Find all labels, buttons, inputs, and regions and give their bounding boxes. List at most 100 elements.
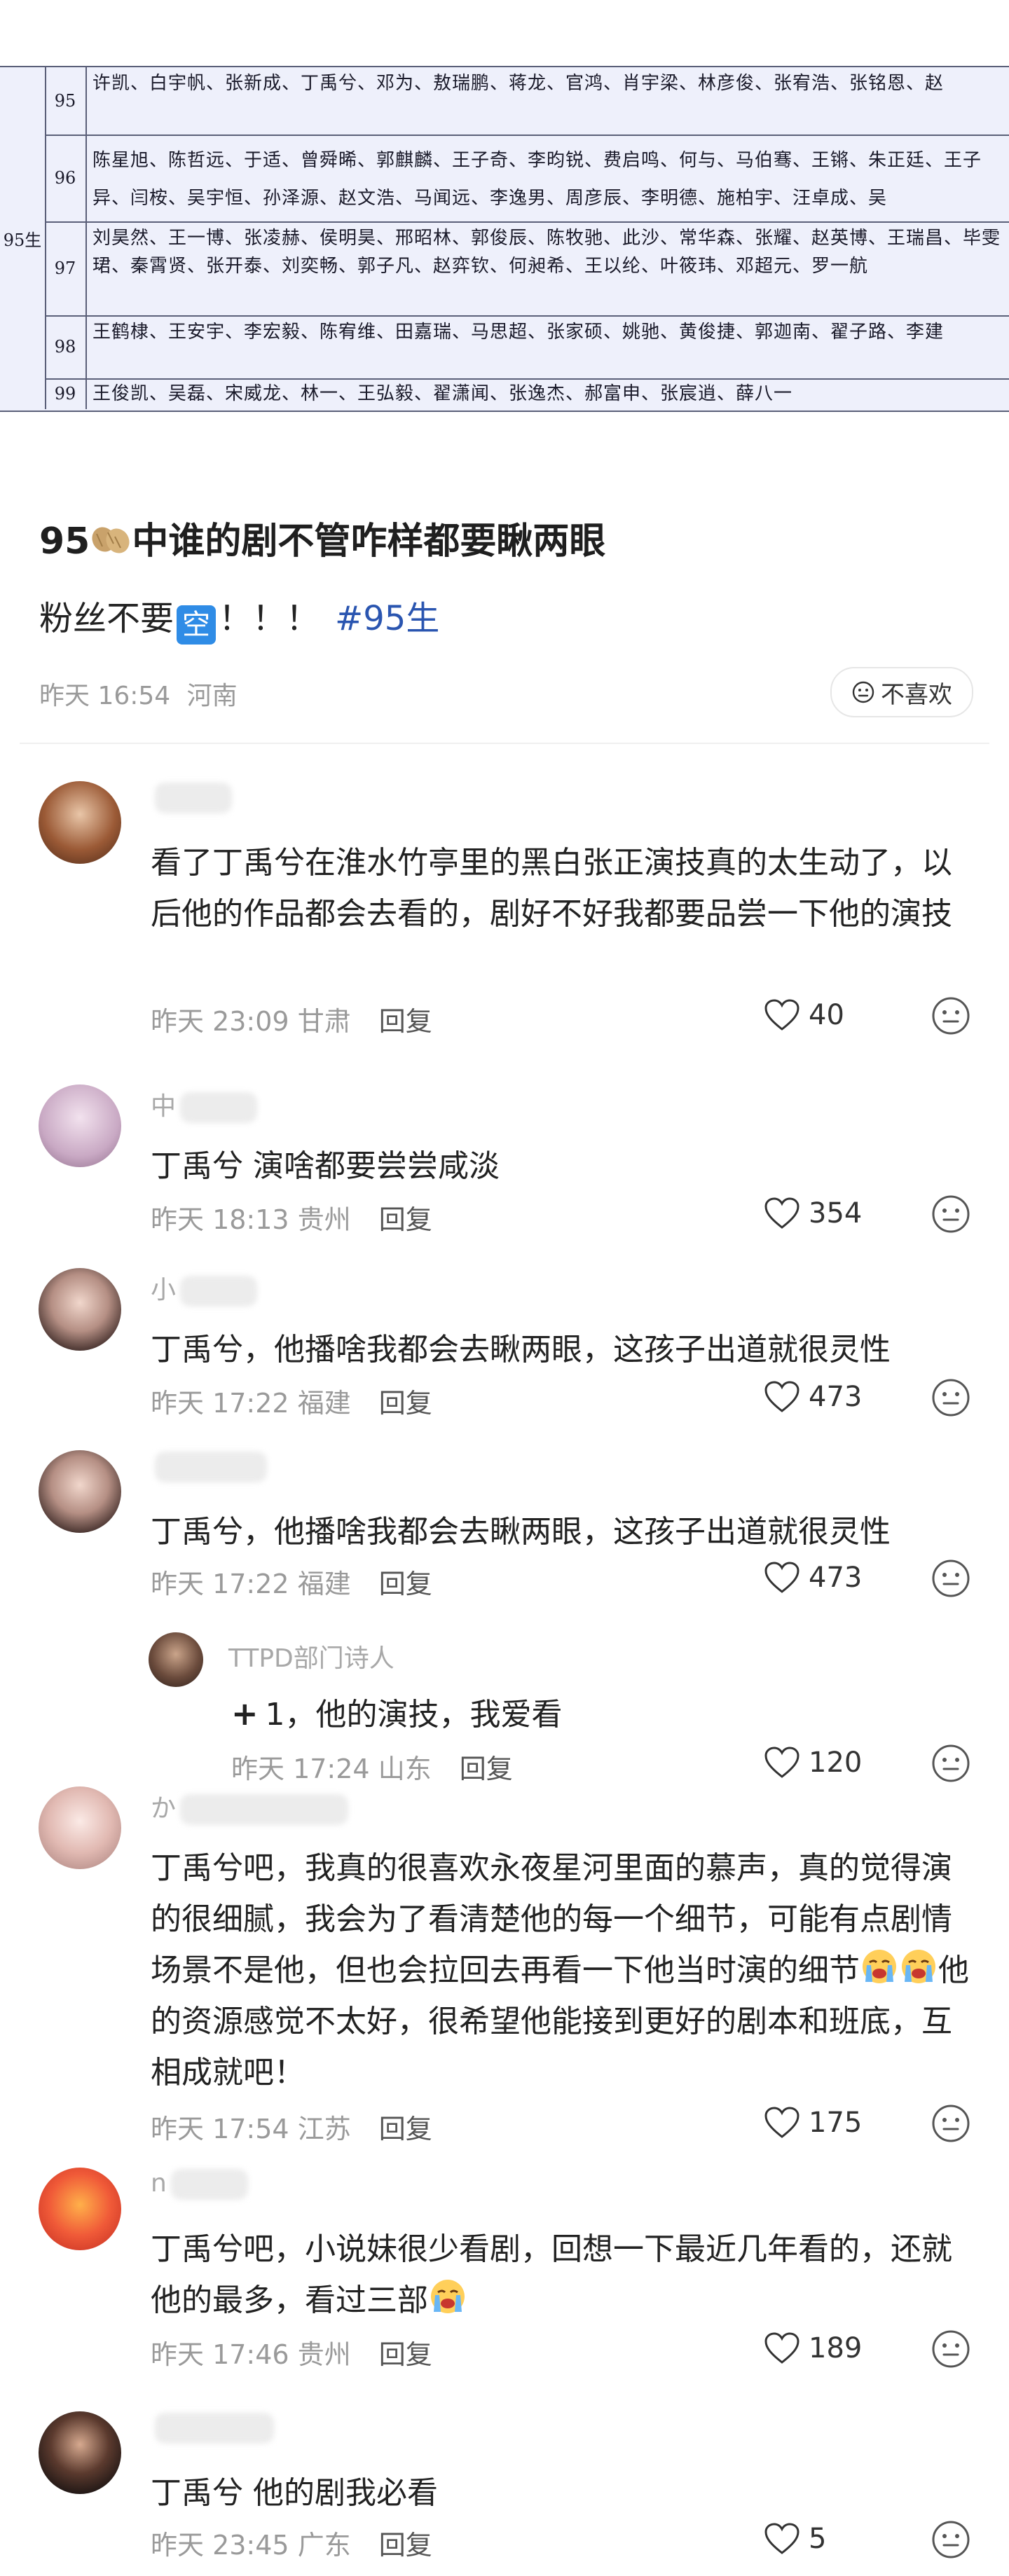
like-button[interactable]: 473: [764, 1380, 862, 1414]
post-title-prefix: 95: [39, 521, 90, 563]
meh-face-icon[interactable]: [931, 1558, 971, 1599]
comment-meta: 昨天 17:22 福建 回复: [151, 1569, 432, 1599]
comment-username[interactable]: 小: [151, 1269, 258, 1307]
meh-face-icon: [852, 681, 874, 703]
roster-row-num: 95: [45, 67, 87, 135]
roster-row-names: 王俊凯、吴磊、宋威龙、林一、王弘毅、翟潇闻、张逸杰、郝富申、张宸逍、薛八一: [92, 383, 793, 404]
roster-row: 95 许凯、白宇帆、张新成、丁禹兮、邓为、敖瑞鹏、蒋龙、官鸿、肖宇梁、林彦俊、张…: [45, 67, 1009, 136]
meh-face-icon[interactable]: [931, 2329, 971, 2369]
avatar[interactable]: [39, 1084, 121, 1167]
roster-row-num: 97: [45, 221, 87, 315]
avatar[interactable]: [39, 1268, 121, 1351]
comment-username[interactable]: 中: [151, 1086, 258, 1123]
crying-emoji-icon: [902, 1950, 935, 1983]
crying-emoji-icon: [431, 2280, 465, 2313]
meh-face-icon[interactable]: [931, 996, 971, 1036]
roster-row: 97 刘昊然、王一博、张凌赫、侯明昊、邢昭林、郭俊辰、陈牧驰、此沙、常华森、张耀…: [45, 221, 1009, 317]
heart-icon: [764, 1381, 799, 1412]
roster-row-names: 许凯、白宇帆、张新成、丁禹兮、邓为、敖瑞鹏、蒋龙、官鸿、肖宇梁、林彦俊、张宥浩、…: [92, 73, 945, 94]
heart-icon: [764, 2332, 799, 2364]
post-location: 河南: [186, 682, 238, 710]
heart-icon: [764, 2523, 799, 2554]
post-meta: 昨天 16:54 河南: [39, 675, 238, 712]
reply-button[interactable]: 回复: [379, 2530, 432, 2561]
post-image[interactable]: 95生 95 许凯、白宇帆、张新成、丁禹兮、邓为、敖瑞鹏、蒋龙、官鸿、肖宇梁、林…: [0, 0, 1009, 412]
reply-button[interactable]: 回复: [379, 2339, 432, 2370]
comment-username[interactable]: [151, 1452, 267, 1482]
meh-face-icon[interactable]: [931, 2103, 971, 2144]
like-button[interactable]: 189: [764, 2332, 862, 2365]
avatar[interactable]: [39, 781, 121, 864]
like-button[interactable]: 473: [764, 1561, 862, 1594]
like-button[interactable]: 40: [764, 998, 844, 1032]
roster-row-names: 王鹤棣、王安宇、李宏毅、陈宥维、田嘉瑞、马思超、张家硕、姚驰、黄俊捷、郭迦南、翟…: [92, 322, 945, 343]
roster-row-names: 陈星旭、陈哲远、于适、曾舜晞、郭麒麟、王子奇、李昀锐、费启鸣、何与、马伯骞、王锵…: [92, 150, 982, 209]
post-title: 95 中谁的剧不管咋样都要瞅两眼: [39, 517, 950, 566]
avatar[interactable]: [39, 2411, 121, 2494]
roster-row-num: 98: [45, 315, 87, 378]
reply-button[interactable]: 回复: [379, 1569, 432, 1599]
heart-icon: [764, 999, 799, 1031]
peanut-emoji-icon: [92, 527, 130, 553]
comment-text: 看了丁禹兮在淮水竹亭里的黑白张正演技真的太生动了，以后他的作品都会去看的，剧好不…: [151, 845, 952, 932]
roster-row: 99 王俊凯、吴磊、宋威龙、林一、王弘毅、翟潇闻、张逸杰、郝富申、张宸逍、薛八一: [45, 378, 1009, 409]
roster-row: 96 陈星旭、陈哲远、于适、曾舜晞、郭麒麟、王子奇、李昀锐、费启鸣、何与、马伯骞…: [45, 135, 1009, 223]
dislike-label: 不喜欢: [881, 680, 952, 709]
comment-meta: 昨天 18:13 贵州 回复: [151, 1204, 432, 1235]
avatar[interactable]: [149, 1632, 203, 1687]
post-body: 粉丝不要空！！！ #95生: [39, 595, 950, 645]
meh-face-icon[interactable]: [931, 2519, 971, 2560]
hashtag-link[interactable]: #95生: [335, 599, 439, 638]
heart-icon: [764, 1747, 799, 1778]
comment-username[interactable]: [151, 2413, 274, 2444]
like-button[interactable]: 5: [764, 2522, 826, 2556]
avatar[interactable]: [39, 2168, 121, 2250]
comment-meta: 昨天 17:22 福建 回复: [151, 1388, 432, 1419]
comment-text: 丁禹兮，他播啥我都会去瞅两眼，这孩子出道就很灵性: [151, 1514, 891, 1550]
comment-username[interactable]: n: [151, 2169, 248, 2200]
heart-icon: [764, 1197, 799, 1229]
comment-text: 丁禹兮 演啥都要尝尝咸淡: [151, 1148, 500, 1184]
like-button[interactable]: 120: [764, 1746, 862, 1779]
post-time: 昨天 16:54: [39, 682, 171, 710]
comment-text: +1，他的演技，我爱看: [231, 1688, 974, 1740]
plus-icon: +: [231, 1695, 259, 1733]
avatar[interactable]: [39, 1450, 121, 1533]
reply-button[interactable]: 回复: [379, 1388, 432, 1419]
roster-row: 98 王鹤棣、王安宇、李宏毅、陈宥维、田嘉瑞、马思超、张家硕、姚驰、黄俊捷、郭迦…: [45, 315, 1009, 380]
meh-face-icon[interactable]: [931, 1194, 971, 1234]
comment-username[interactable]: [151, 783, 232, 813]
heart-icon: [764, 2107, 799, 2138]
comment-text: 丁禹兮吧，小说妹很少看剧，回想一下最近几年看的，还就他的最多，看过三部: [151, 2231, 952, 2318]
post-title-suffix: 中谁的剧不管咋样都要瞅两眼: [132, 521, 606, 563]
meh-face-icon[interactable]: [931, 1743, 971, 1784]
heart-icon: [764, 1562, 799, 1593]
comment-username[interactable]: TTPD部门诗人: [228, 1638, 394, 1674]
reply-button[interactable]: 回复: [379, 1006, 432, 1037]
avatar[interactable]: [39, 1786, 121, 1869]
post-body-prefix: 粉丝不要: [39, 599, 174, 638]
comment-text: 丁禹兮 他的剧我必看: [151, 2475, 438, 2511]
reply-button[interactable]: 回复: [460, 1754, 513, 1784]
comment-username[interactable]: か: [151, 1788, 349, 1825]
dislike-button[interactable]: 不喜欢: [830, 667, 973, 717]
kong-badge: 空: [177, 605, 217, 645]
roster-table: 95生 95 许凯、白宇帆、张新成、丁禹兮、邓为、敖瑞鹏、蒋龙、官鸿、肖宇梁、林…: [0, 66, 1009, 412]
roster-group-label: 95生: [0, 67, 46, 409]
crying-emoji-icon: [863, 1950, 896, 1983]
post-body-suffix: ！！！: [219, 599, 320, 638]
divider: [20, 743, 989, 744]
reply-button[interactable]: 回复: [379, 2114, 432, 2144]
roster-row-num: 99: [45, 378, 87, 409]
roster-row-names: 刘昊然、王一博、张凌赫、侯明昊、邢昭林、郭俊辰、陈牧驰、此沙、常华森、张耀、赵英…: [92, 228, 1001, 277]
roster-row-num: 96: [45, 135, 87, 221]
like-button[interactable]: 354: [764, 1197, 862, 1230]
comment-meta: 昨天 23:09 甘肃 回复: [151, 1006, 432, 1037]
like-button[interactable]: 175: [764, 2106, 862, 2140]
comment-text: 丁禹兮吧，我真的很喜欢永夜星河里面的慕声，真的觉得演的很细腻，我会为了看清楚他的…: [151, 1850, 969, 2091]
comment-meta: 昨天 17:54 江苏 回复: [151, 2114, 432, 2144]
reply-button[interactable]: 回复: [379, 1204, 432, 1235]
comment-meta: 昨天 17:24 山东 回复: [231, 1754, 513, 1784]
meh-face-icon[interactable]: [931, 1377, 971, 1418]
comment-meta: 昨天 17:46 贵州 回复: [151, 2339, 432, 2370]
